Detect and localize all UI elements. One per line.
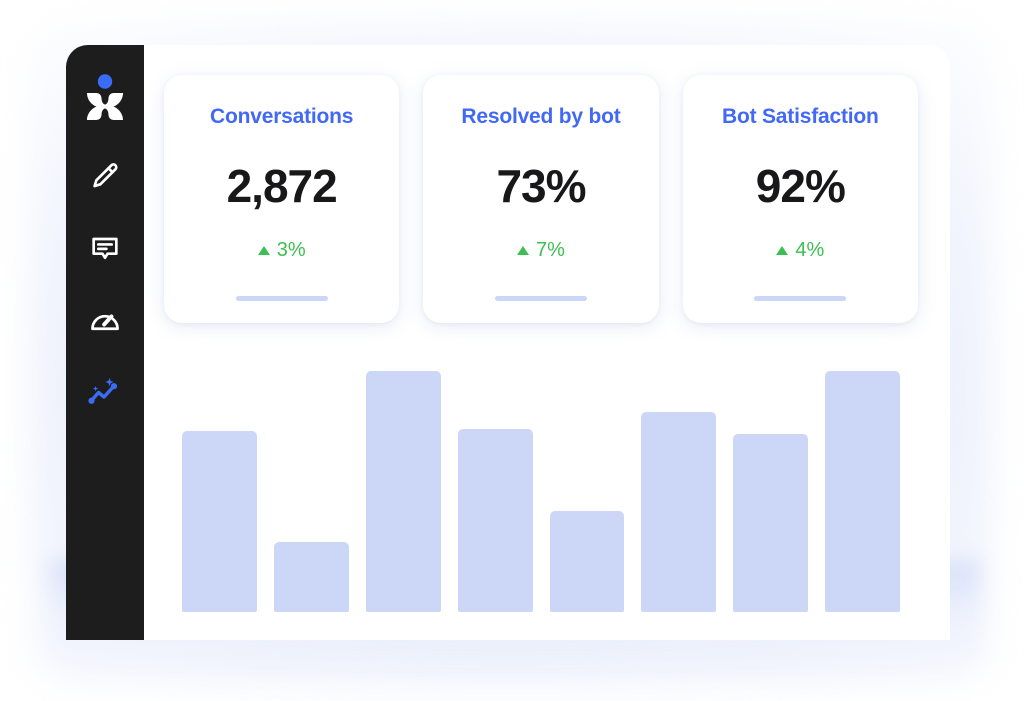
chart-bar <box>549 510 625 612</box>
chart-bar <box>825 371 900 612</box>
triangle-up-icon <box>257 246 270 255</box>
triangle-up-icon <box>776 246 789 255</box>
kpi-underline-bar <box>754 296 847 301</box>
kpi-value: 73% <box>496 160 586 212</box>
kpi-delta: 4% <box>776 239 824 262</box>
kpi-title: Bot Satisfaction <box>721 105 879 128</box>
kpi-value: 2,872 <box>226 160 338 212</box>
chat-bubble-icon[interactable] <box>79 223 131 275</box>
analytics-sparkle-icon[interactable] <box>79 367 131 419</box>
chart-bar <box>273 542 349 612</box>
sidebar-nav <box>66 45 144 640</box>
logo-x-icon[interactable] <box>79 71 131 123</box>
kpi-title: Conversations <box>210 105 354 128</box>
gauge-speed-icon[interactable] <box>79 295 131 347</box>
kpi-delta-label: 4% <box>795 239 825 261</box>
chart-bar <box>365 371 441 612</box>
bar-chart <box>164 371 918 640</box>
triangle-up-icon <box>517 246 530 255</box>
kpi-cards-row: Conversations 2,872 3% Resolved by bot 7… <box>164 75 918 323</box>
kpi-delta-label: 7% <box>536 239 565 261</box>
kpi-delta-label: 3% <box>276 239 306 261</box>
kpi-underline-bar <box>494 296 587 301</box>
kpi-delta: 3% <box>257 239 306 262</box>
app-window: Conversations 2,872 3% Resolved by bot 7… <box>66 45 950 640</box>
chart-bar <box>182 431 257 612</box>
kpi-card-bot-satisfaction[interactable]: Bot Satisfaction 92% 4% <box>682 75 918 323</box>
kpi-card-resolved-by-bot[interactable]: Resolved by bot 73% 7% <box>423 75 659 323</box>
kpi-delta: 7% <box>517 239 565 262</box>
kpi-card-conversations[interactable]: Conversations 2,872 3% <box>164 75 400 323</box>
chart-bar <box>733 433 809 612</box>
kpi-value: 92% <box>755 160 846 212</box>
chart-bar <box>641 411 717 612</box>
pencil-edit-icon[interactable] <box>79 151 131 203</box>
main-content: Conversations 2,872 3% Resolved by bot 7… <box>144 45 950 640</box>
kpi-title: Resolved by bot <box>461 105 621 128</box>
chart-bar <box>457 428 533 612</box>
kpi-underline-bar <box>235 296 328 301</box>
